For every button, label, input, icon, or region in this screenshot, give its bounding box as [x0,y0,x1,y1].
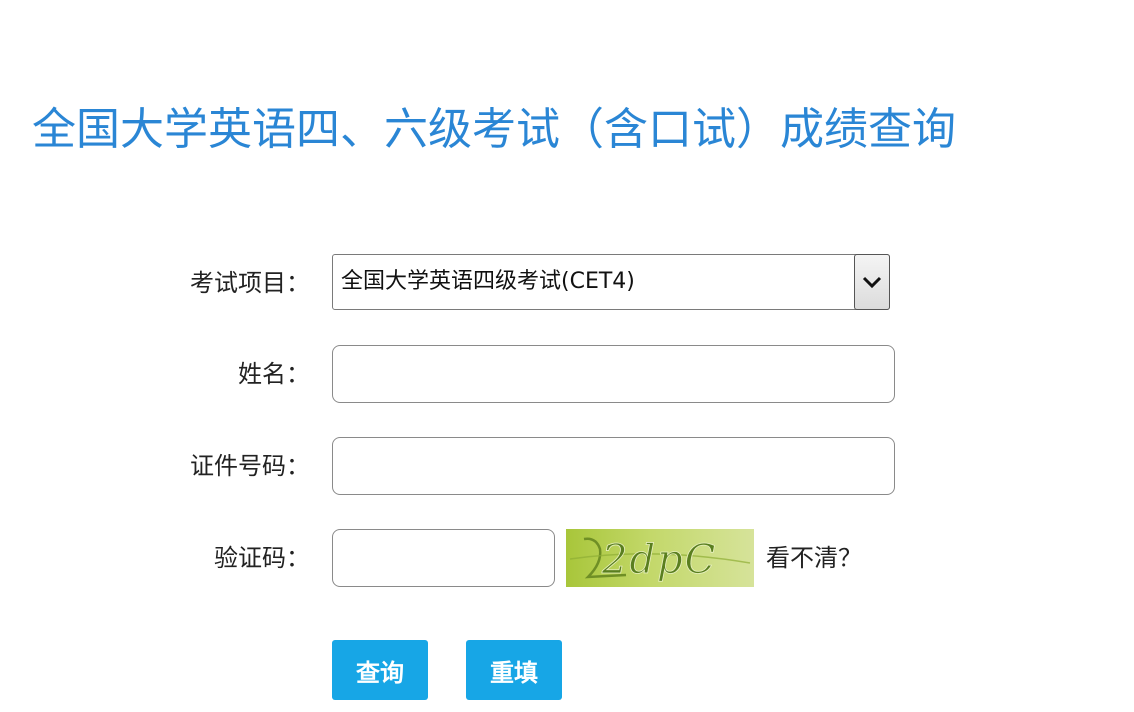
id-number-label: 证件号码： [190,452,310,480]
id-number-input[interactable] [332,437,895,495]
exam-item-row: 考试项目： 全国大学英语四级考试(CET4) [0,254,1134,312]
captcha-row: 验证码： 2dpC 看不清？ [0,529,1134,587]
query-button[interactable]: 查询 [332,640,428,700]
name-input[interactable] [332,345,895,403]
exam-item-selected-value: 全国大学英语四级考试(CET4) [341,269,635,294]
name-label: 姓名： [238,360,310,388]
captcha-image-text: 2dpC [601,537,717,583]
reset-button[interactable]: 重填 [466,640,562,700]
id-number-row: 证件号码： [0,437,1134,495]
chevron-down-icon [862,276,882,289]
select-dropdown-button[interactable] [854,254,890,310]
captcha-refresh-link[interactable]: 看不清？ [766,529,862,587]
exam-item-select[interactable]: 全国大学英语四级考试(CET4) [332,254,890,310]
page-title: 全国大学英语四、六级考试（含口试）成绩查询 [32,104,956,155]
captcha-label: 验证码： [214,544,310,572]
captcha-image[interactable]: 2dpC [566,529,754,587]
score-query-page: 全国大学英语四、六级考试（含口试）成绩查询 考试项目： 全国大学英语四级考试(C… [0,0,1134,712]
exam-item-label: 考试项目： [190,269,310,297]
name-row: 姓名： [0,345,1134,403]
captcha-input[interactable] [332,529,555,587]
